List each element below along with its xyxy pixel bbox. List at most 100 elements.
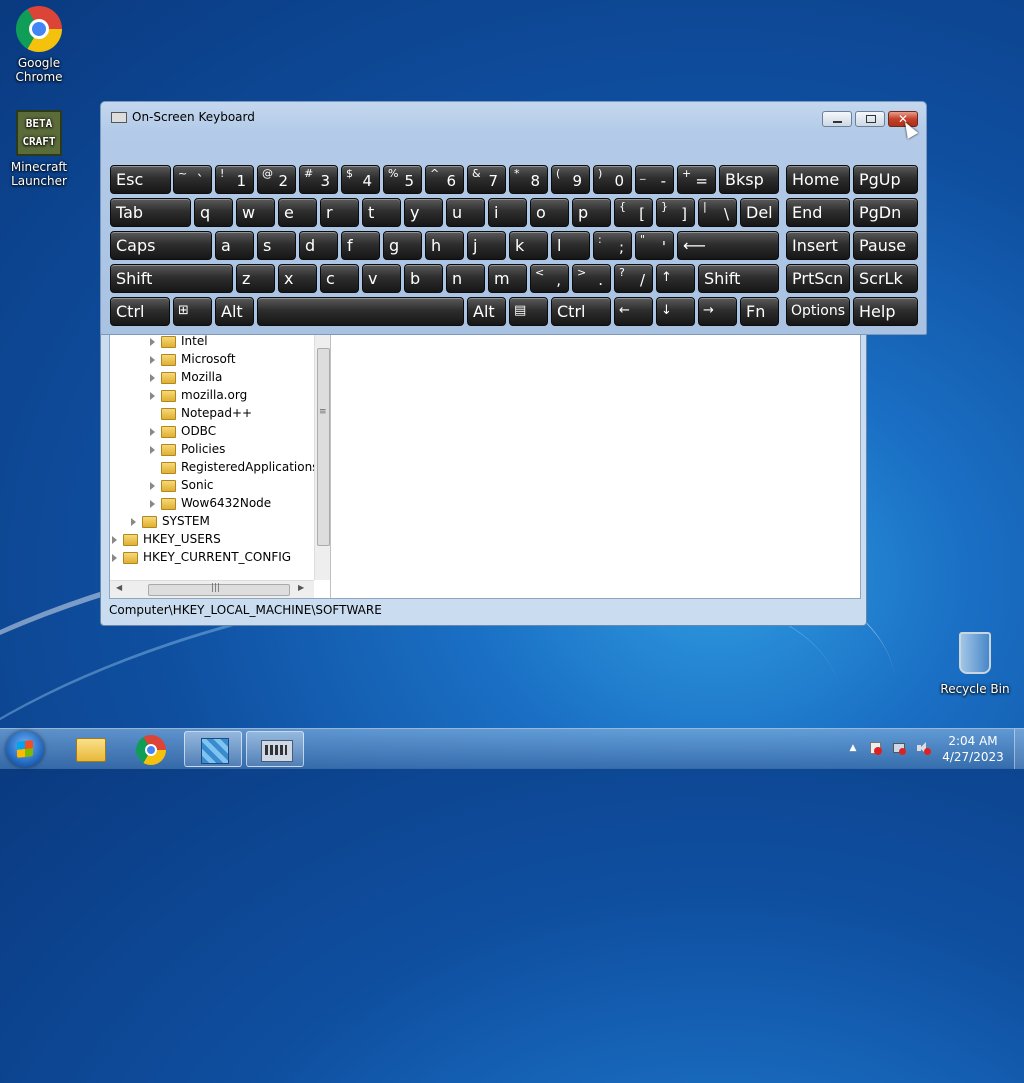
tree-item[interactable]: HKEY_CURRENT_CONFIG: [112, 548, 291, 566]
expand-arrow-icon[interactable]: [150, 499, 155, 508]
network-icon[interactable]: [892, 741, 906, 755]
key-shift-right[interactable]: Shift: [698, 264, 779, 293]
key-comma[interactable]: <,: [530, 264, 569, 293]
tree-item[interactable]: Microsoft: [150, 350, 236, 368]
key-a[interactable]: a: [215, 231, 254, 260]
desktop-icon-chrome[interactable]: Google Chrome: [4, 6, 74, 84]
key-8[interactable]: * 8: [509, 165, 548, 194]
key-g[interactable]: g: [383, 231, 422, 260]
key-right-arrow[interactable]: →: [698, 297, 737, 326]
key-6[interactable]: ^ 6: [425, 165, 464, 194]
tree-item[interactable]: Wow6432Node: [150, 494, 271, 512]
key-alt-right[interactable]: Alt: [467, 297, 506, 326]
key-period[interactable]: >.: [572, 264, 611, 293]
key-s[interactable]: s: [257, 231, 296, 260]
key-i[interactable]: i: [488, 198, 527, 227]
key-t[interactable]: t: [362, 198, 401, 227]
key-p[interactable]: p: [572, 198, 611, 227]
key-9[interactable]: (9: [551, 165, 590, 194]
key-left-arrow[interactable]: ←: [614, 297, 653, 326]
tree-item[interactable]: RegisteredApplications: [161, 458, 318, 476]
key-backspace[interactable]: Bksp: [719, 165, 779, 194]
expand-arrow-icon[interactable]: [150, 427, 155, 436]
tree-item[interactable]: Notepad++: [161, 404, 252, 422]
key-space[interactable]: [257, 297, 464, 326]
expand-arrow-icon[interactable]: [150, 337, 155, 346]
key-slash[interactable]: ? /: [614, 264, 653, 293]
key-y[interactable]: y: [404, 198, 443, 227]
key-m[interactable]: m: [488, 264, 527, 293]
volume-muted-icon[interactable]: [916, 741, 931, 755]
key-help[interactable]: Help: [853, 297, 918, 326]
key-tab[interactable]: Tab: [110, 198, 191, 227]
key-q[interactable]: q: [194, 198, 233, 227]
key-e[interactable]: e: [278, 198, 317, 227]
key-caps[interactable]: Caps: [110, 231, 212, 260]
tree-item[interactable]: Intel: [150, 334, 208, 350]
action-center-flag-icon[interactable]: [868, 741, 882, 755]
key-pgup[interactable]: PgUp: [853, 165, 918, 194]
key-n[interactable]: n: [446, 264, 485, 293]
tree-vertical-scrollbar[interactable]: ≡: [314, 334, 330, 580]
key-home[interactable]: Home: [786, 165, 850, 194]
show-desktop-button[interactable]: [1014, 729, 1024, 769]
key-z[interactable]: z: [236, 264, 275, 293]
key-l[interactable]: l: [551, 231, 590, 260]
key-grave[interactable]: ~ `: [173, 165, 212, 194]
expand-arrow-icon[interactable]: [150, 355, 155, 364]
key-fn[interactable]: Fn: [740, 297, 779, 326]
key-menu[interactable]: ▤: [509, 297, 548, 326]
desktop-icon-recycle-bin[interactable]: Recycle Bin: [940, 632, 1010, 696]
scroll-right-icon[interactable]: ▶: [298, 583, 304, 592]
scroll-left-icon[interactable]: ◀: [116, 583, 122, 592]
key-r[interactable]: r: [320, 198, 359, 227]
scrollbar-thumb[interactable]: ≡: [317, 348, 330, 546]
system-clock[interactable]: 2:04 AM 4/27/2023: [936, 733, 1010, 765]
tree-item[interactable]: HKEY_USERS: [112, 530, 221, 548]
key-b[interactable]: b: [404, 264, 443, 293]
taskbar-registry-editor[interactable]: [184, 731, 242, 767]
start-button[interactable]: [6, 731, 44, 767]
show-hidden-icons-chevron-icon[interactable]: ▲: [846, 741, 860, 755]
key-w[interactable]: w: [236, 198, 275, 227]
key-x[interactable]: x: [278, 264, 317, 293]
key-windows[interactable]: ⊞: [173, 297, 212, 326]
tree-horizontal-scrollbar[interactable]: ◀ ||| ▶: [110, 580, 314, 598]
expand-arrow-icon[interactable]: [150, 481, 155, 490]
tree-item[interactable]: ODBC: [150, 422, 216, 440]
taskbar-on-screen-keyboard[interactable]: [246, 731, 304, 767]
registry-values-pane[interactable]: [331, 334, 860, 598]
key-ctrl-left[interactable]: Ctrl: [110, 297, 170, 326]
expand-arrow-icon[interactable]: [150, 373, 155, 382]
tree-item[interactable]: Mozilla: [150, 368, 222, 386]
key-options[interactable]: Options: [786, 297, 850, 326]
key-left-bracket[interactable]: {[: [614, 198, 653, 227]
tree-item[interactable]: Policies: [150, 440, 225, 458]
key-d[interactable]: d: [299, 231, 338, 260]
key-f[interactable]: f: [341, 231, 380, 260]
tree-item[interactable]: Sonic: [150, 476, 214, 494]
key-ctrl-right[interactable]: Ctrl: [551, 297, 611, 326]
key-j[interactable]: j: [467, 231, 506, 260]
key-v[interactable]: v: [362, 264, 401, 293]
key-c[interactable]: c: [320, 264, 359, 293]
key-quote[interactable]: " ': [635, 231, 674, 260]
key-alt-left[interactable]: Alt: [215, 297, 254, 326]
key-2[interactable]: @2: [257, 165, 296, 194]
expand-arrow-icon[interactable]: [112, 535, 117, 544]
key-enter[interactable]: ⟵: [677, 231, 779, 260]
key-minus[interactable]: _ -: [635, 165, 674, 194]
key-shift-left[interactable]: Shift: [110, 264, 233, 293]
taskbar-explorer[interactable]: [60, 731, 118, 767]
expand-arrow-icon[interactable]: [112, 553, 117, 562]
maximize-button[interactable]: [855, 111, 885, 127]
expand-arrow-icon[interactable]: [131, 517, 136, 526]
key-up-arrow[interactable]: ↑: [656, 264, 695, 293]
key-prtscn[interactable]: PrtScn: [786, 264, 850, 293]
key-h[interactable]: h: [425, 231, 464, 260]
key-o[interactable]: o: [530, 198, 569, 227]
minimize-button[interactable]: [822, 111, 852, 127]
key-scrlk[interactable]: ScrLk: [853, 264, 918, 293]
key-7[interactable]: & 7: [467, 165, 506, 194]
key-del[interactable]: Del: [740, 198, 779, 227]
